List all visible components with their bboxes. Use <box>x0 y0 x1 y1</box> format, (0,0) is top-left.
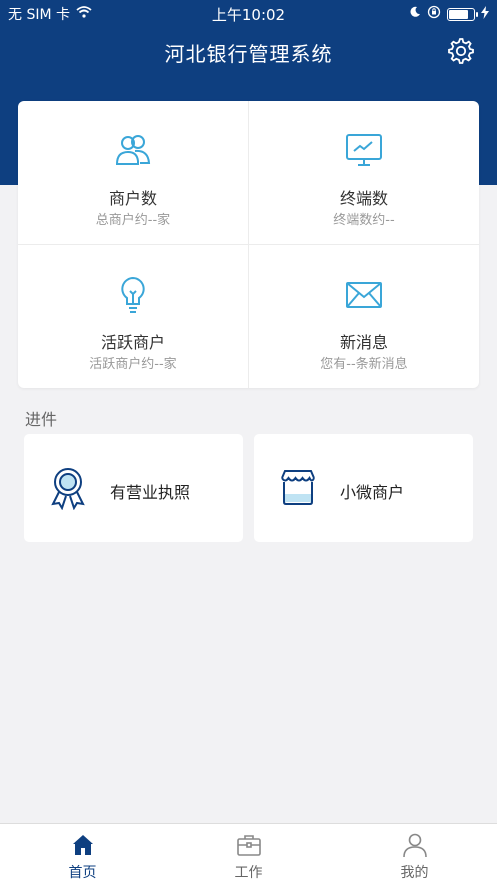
stat-title: 活跃商户 <box>100 333 165 352</box>
battery-icon <box>447 7 478 21</box>
stat-title: 新消息 <box>339 333 388 352</box>
stat-subtitle: 终端数约-- <box>333 213 395 228</box>
process-label: 有营业执照 <box>110 483 191 502</box>
tab-work[interactable]: 工作 <box>166 824 331 883</box>
stat-active-merchants[interactable]: 活跃商户 活跃商户约--家 <box>18 245 248 388</box>
section-title: 进件 <box>25 410 58 429</box>
licensed-merchant-button[interactable]: 有营业执照 <box>24 434 243 542</box>
tab-label: 工作 <box>234 865 263 881</box>
lightbulb-icon <box>113 275 153 315</box>
stat-messages[interactable]: 新消息 您有--条新消息 <box>249 245 479 388</box>
stat-subtitle: 活跃商户约--家 <box>89 357 177 372</box>
tab-label: 首页 <box>68 865 97 881</box>
stat-subtitle: 您有--条新消息 <box>320 357 408 372</box>
tab-home[interactable]: 首页 <box>0 824 165 883</box>
rotation-lock-icon <box>427 5 441 23</box>
moon-icon <box>409 6 421 22</box>
process-label: 小微商户 <box>340 483 405 502</box>
monitor-icon <box>344 131 384 171</box>
nav-bar: 河北银行管理系统 <box>0 26 497 76</box>
user-icon <box>402 832 428 858</box>
stats-card: 商户数 总商户约--家 终端数 终端数约-- 活跃商户 活跃商户约--家 新消息… <box>18 101 479 388</box>
tab-label: 我的 <box>400 865 429 881</box>
stat-merchants[interactable]: 商户数 总商户约--家 <box>18 101 248 244</box>
briefcase-icon <box>236 832 262 858</box>
award-badge-icon <box>46 466 90 511</box>
merchants-icon <box>113 131 153 171</box>
envelope-icon <box>344 275 384 315</box>
page-title: 河北银行管理系统 <box>164 42 333 66</box>
storefront-icon <box>276 466 320 510</box>
stat-title: 终端数 <box>339 189 388 208</box>
home-icon <box>70 832 96 858</box>
charging-icon <box>481 5 489 23</box>
status-bar: 无 SIM 卡 上午10:02 <box>0 0 497 26</box>
micro-merchant-button[interactable]: 小微商户 <box>254 434 473 542</box>
stat-title: 商户数 <box>108 189 157 208</box>
tab-bar: 首页 工作 我的 <box>0 823 497 883</box>
settings-gear-icon[interactable] <box>445 36 475 66</box>
stat-subtitle: 总商户约--家 <box>95 213 171 228</box>
tab-mine[interactable]: 我的 <box>332 824 497 883</box>
stat-terminals[interactable]: 终端数 终端数约-- <box>249 101 479 244</box>
